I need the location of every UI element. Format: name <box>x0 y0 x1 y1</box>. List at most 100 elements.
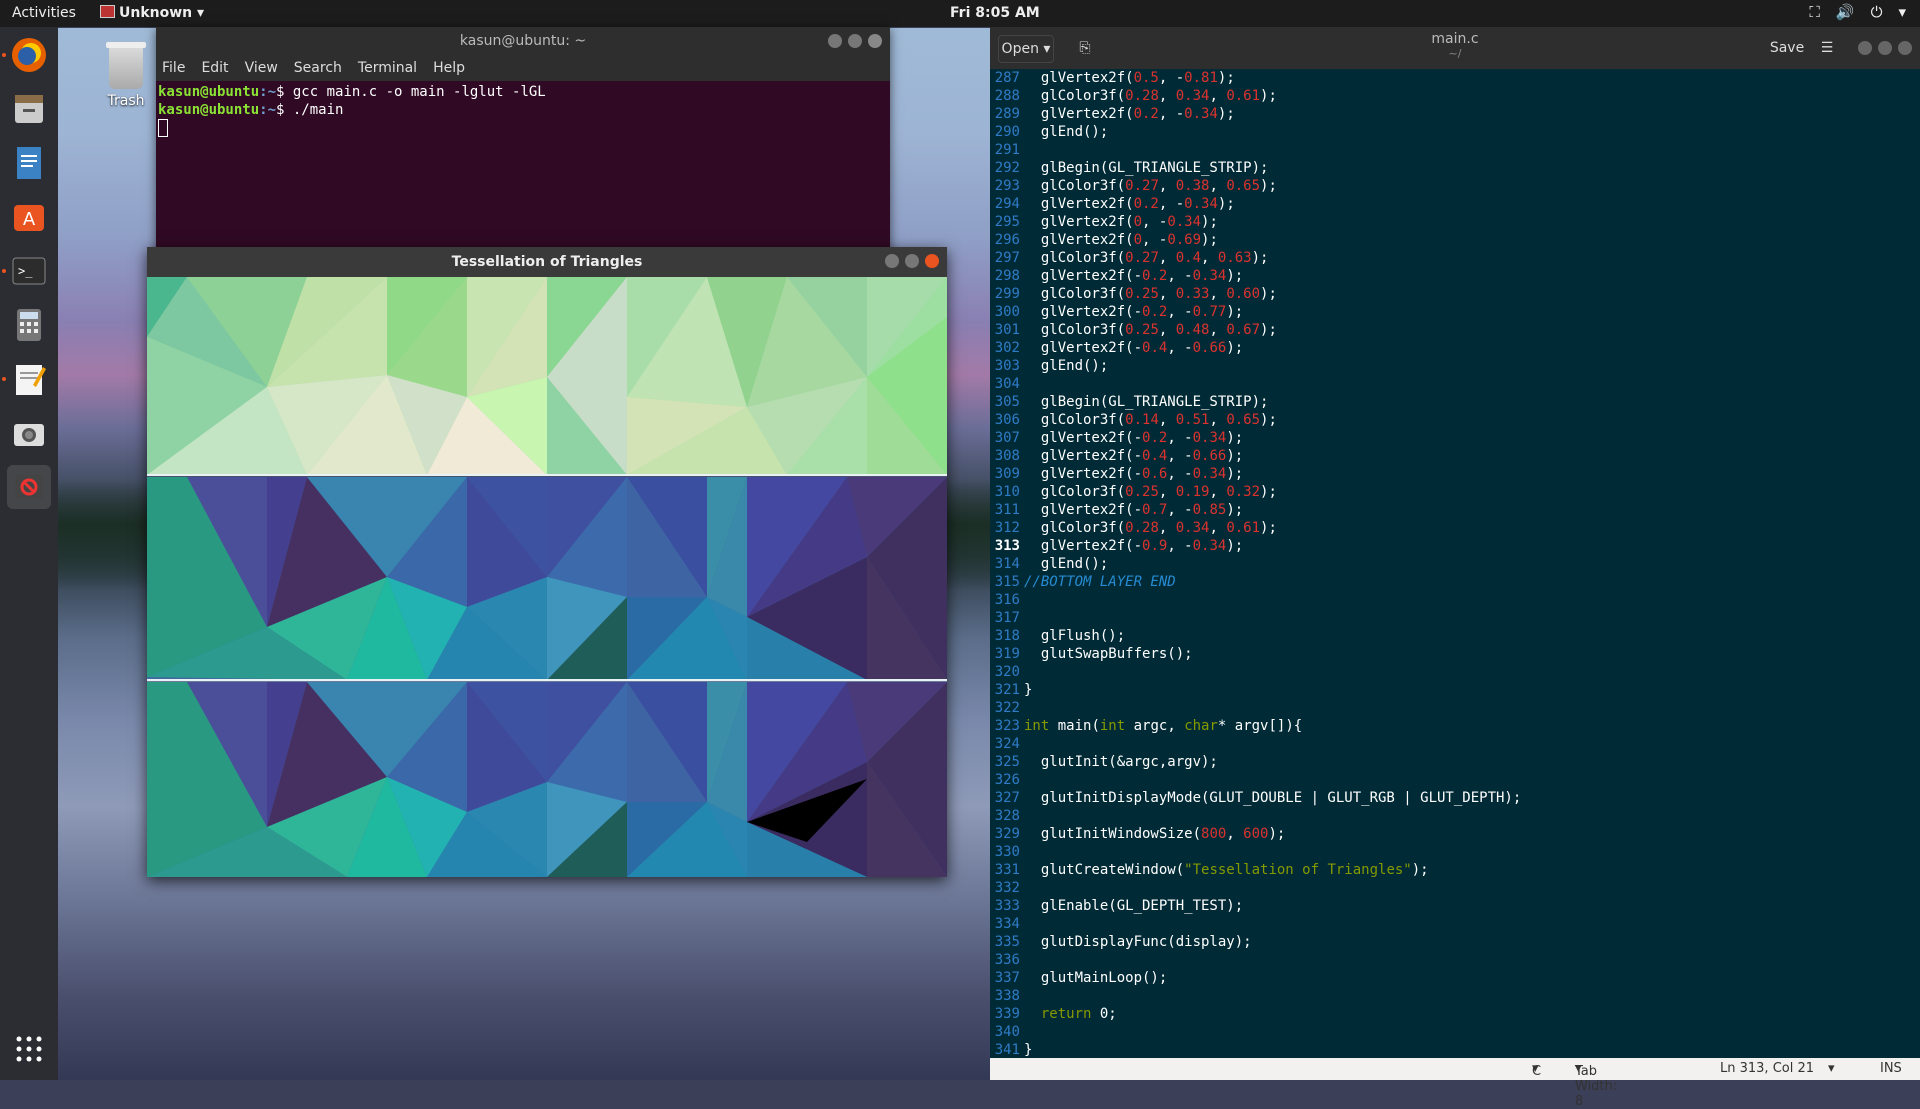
code-line[interactable]: glVertex2f(0.2, -0.34); <box>1024 195 1235 213</box>
code-line[interactable]: glutInitDisplayMode(GLUT_DOUBLE | GLUT_R… <box>1024 789 1521 807</box>
code-line[interactable]: glVertex2f(0.5, -0.81); <box>1024 69 1235 87</box>
line-number: 297 <box>994 250 1020 266</box>
code-line[interactable]: glVertex2f(0, -0.69); <box>1024 231 1218 249</box>
minimize-button[interactable] <box>885 254 899 268</box>
running-indicator <box>2 377 6 381</box>
close-button[interactable] <box>868 34 882 48</box>
code-line[interactable]: glutCreateWindow("Tessellation of Triang… <box>1024 861 1429 879</box>
language-selector[interactable]: C ▾ <box>1532 1061 1541 1079</box>
code-line[interactable]: return 0; <box>1024 1005 1117 1023</box>
terminal-titlebar[interactable]: kasun@ubuntu: ~ <box>156 27 890 55</box>
code-line[interactable]: glEnd(); <box>1024 357 1108 375</box>
code-line[interactable]: glColor3f(0.28, 0.34, 0.61); <box>1024 87 1277 105</box>
code-line[interactable]: glVertex2f(-0.6, -0.34); <box>1024 465 1243 483</box>
code-line[interactable]: glEnd(); <box>1024 123 1108 141</box>
menu-terminal[interactable]: Terminal <box>358 60 417 76</box>
terminal-icon[interactable]: >_ <box>7 249 51 293</box>
line-number: 324 <box>994 736 1020 752</box>
menu-edit[interactable]: Edit <box>201 60 228 76</box>
menu-file[interactable]: File <box>162 60 185 76</box>
code-line[interactable]: glEnable(GL_DEPTH_TEST); <box>1024 897 1243 915</box>
line-number: 304 <box>994 376 1020 392</box>
code-line[interactable]: glColor3f(0.27, 0.38, 0.65); <box>1024 177 1277 195</box>
app-menu[interactable]: Unknown ▾ <box>100 5 204 21</box>
code-line[interactable]: glColor3f(0.27, 0.4, 0.63); <box>1024 249 1269 267</box>
system-tray[interactable]: ⛶ 🔊 ⏻ ▾ <box>1809 3 1906 21</box>
code-line[interactable]: glutDisplayFunc(display); <box>1024 933 1252 951</box>
hamburger-menu-icon[interactable]: ☰ <box>1814 35 1840 61</box>
menu-view[interactable]: View <box>245 60 278 76</box>
code-line[interactable]: glutInitWindowSize(800, 600); <box>1024 825 1285 843</box>
close-button[interactable] <box>1898 41 1912 55</box>
code-line[interactable]: glVertex2f(-0.2, -0.34); <box>1024 429 1243 447</box>
network-icon[interactable]: ⛶ <box>1809 3 1820 21</box>
line-number: 295 <box>994 214 1020 230</box>
gl-window[interactable]: Tessellation of Triangles <box>147 247 947 877</box>
chevron-down-icon[interactable]: ▾ <box>1828 1061 1835 1076</box>
code-line[interactable]: glVertex2f(0, -0.34); <box>1024 213 1218 231</box>
text-editor-icon[interactable] <box>7 357 51 401</box>
code-editor[interactable]: 287 glVertex2f(0.5, -0.81); 288 glColor3f… <box>990 69 1920 1057</box>
code-line[interactable]: glVertex2f(-0.4, -0.66); <box>1024 339 1243 357</box>
gedit-window[interactable]: Open ▾ ⎘ main.c ~/ Save ☰ 287 glVertex2f… <box>990 27 1920 1109</box>
software-icon[interactable]: A <box>7 195 51 239</box>
minimize-button[interactable] <box>828 34 842 48</box>
tab-width-selector[interactable]: Tab Width: 8 ▾ <box>1575 1061 1617 1109</box>
maximize-button[interactable] <box>905 254 919 268</box>
save-button[interactable]: Save <box>1764 35 1810 61</box>
code-line[interactable]: //BOTTOM LAYER END <box>1024 573 1176 591</box>
code-line[interactable]: glColor3f(0.25, 0.48, 0.67); <box>1024 321 1277 339</box>
maximize-button[interactable] <box>1878 41 1892 55</box>
code-line[interactable]: glVertex2f(-0.9, -0.34); <box>1024 537 1243 555</box>
firefox-icon[interactable] <box>7 33 51 77</box>
gedit-headerbar[interactable]: Open ▾ ⎘ main.c ~/ Save ☰ <box>990 27 1920 69</box>
code-line[interactable]: glColor3f(0.25, 0.33, 0.60); <box>1024 285 1277 303</box>
volume-icon[interactable]: 🔊 <box>1836 3 1855 21</box>
code-line[interactable]: glutMainLoop(); <box>1024 969 1167 987</box>
menu-help[interactable]: Help <box>433 60 465 76</box>
line-number: 288 <box>994 88 1020 104</box>
clock[interactable]: Fri 8:05 AM <box>950 5 1040 21</box>
line-number: 311 <box>994 502 1020 518</box>
code-line[interactable]: glFlush(); <box>1024 627 1125 645</box>
gl-titlebar[interactable]: Tessellation of Triangles <box>147 247 947 277</box>
menu-search[interactable]: Search <box>294 60 342 76</box>
code-line[interactable]: glBegin(GL_TRIANGLE_STRIP); <box>1024 159 1269 177</box>
code-line[interactable]: } <box>1024 681 1032 699</box>
code-line[interactable]: glColor3f(0.14, 0.51, 0.65); <box>1024 411 1277 429</box>
code-line[interactable]: glVertex2f(-0.4, -0.66); <box>1024 447 1243 465</box>
code-line[interactable]: glBegin(GL_TRIANGLE_STRIP); <box>1024 393 1269 411</box>
prompt-path: :~ <box>259 84 277 100</box>
terminal-window[interactable]: kasun@ubuntu: ~ File Edit View Search Te… <box>156 27 890 255</box>
minimize-button[interactable] <box>1858 41 1872 55</box>
calculator-icon[interactable] <box>7 303 51 347</box>
activities-button[interactable]: Activities <box>12 5 76 21</box>
code-line[interactable]: glColor3f(0.28, 0.34, 0.61); <box>1024 519 1277 537</box>
line-number: 298 <box>994 268 1020 284</box>
terminal-output[interactable]: kasun@ubuntu:~$ gcc main.c -o main -lglu… <box>156 81 890 137</box>
code-line[interactable]: int main(int argc, char* argv[]){ <box>1024 717 1302 735</box>
code-line[interactable]: glutInit(&argc,argv); <box>1024 753 1218 771</box>
code-line[interactable]: glVertex2f(-0.7, -0.85); <box>1024 501 1243 519</box>
writer-icon[interactable] <box>7 141 51 185</box>
line-number: 299 <box>994 286 1020 302</box>
maximize-button[interactable] <box>848 34 862 48</box>
screenshot-icon[interactable] <box>7 411 51 455</box>
code-line[interactable]: } <box>1024 1041 1032 1057</box>
code-line[interactable]: glColor3f(0.25, 0.19, 0.32); <box>1024 483 1277 501</box>
middle-tessellation-band <box>147 477 947 680</box>
close-button[interactable] <box>925 254 939 268</box>
cursor-position[interactable]: Ln 313, Col 21 <box>1720 1061 1814 1076</box>
chevron-down-icon[interactable]: ▾ <box>1898 3 1906 21</box>
show-apps-icon[interactable] <box>7 1027 51 1071</box>
code-line[interactable]: glVertex2f(-0.2, -0.34); <box>1024 267 1243 285</box>
code-line[interactable]: glEnd(); <box>1024 555 1108 573</box>
line-number: 340 <box>994 1024 1020 1040</box>
code-line[interactable]: glVertex2f(-0.2, -0.77); <box>1024 303 1243 321</box>
power-icon[interactable]: ⏻ <box>1871 3 1883 21</box>
code-line[interactable]: glutSwapBuffers(); <box>1024 645 1193 663</box>
code-line[interactable]: glVertex2f(0.2, -0.34); <box>1024 105 1235 123</box>
trash-desktop-icon[interactable]: Trash <box>100 42 152 109</box>
files-icon[interactable] <box>7 87 51 131</box>
gl-app-icon[interactable] <box>7 465 51 509</box>
